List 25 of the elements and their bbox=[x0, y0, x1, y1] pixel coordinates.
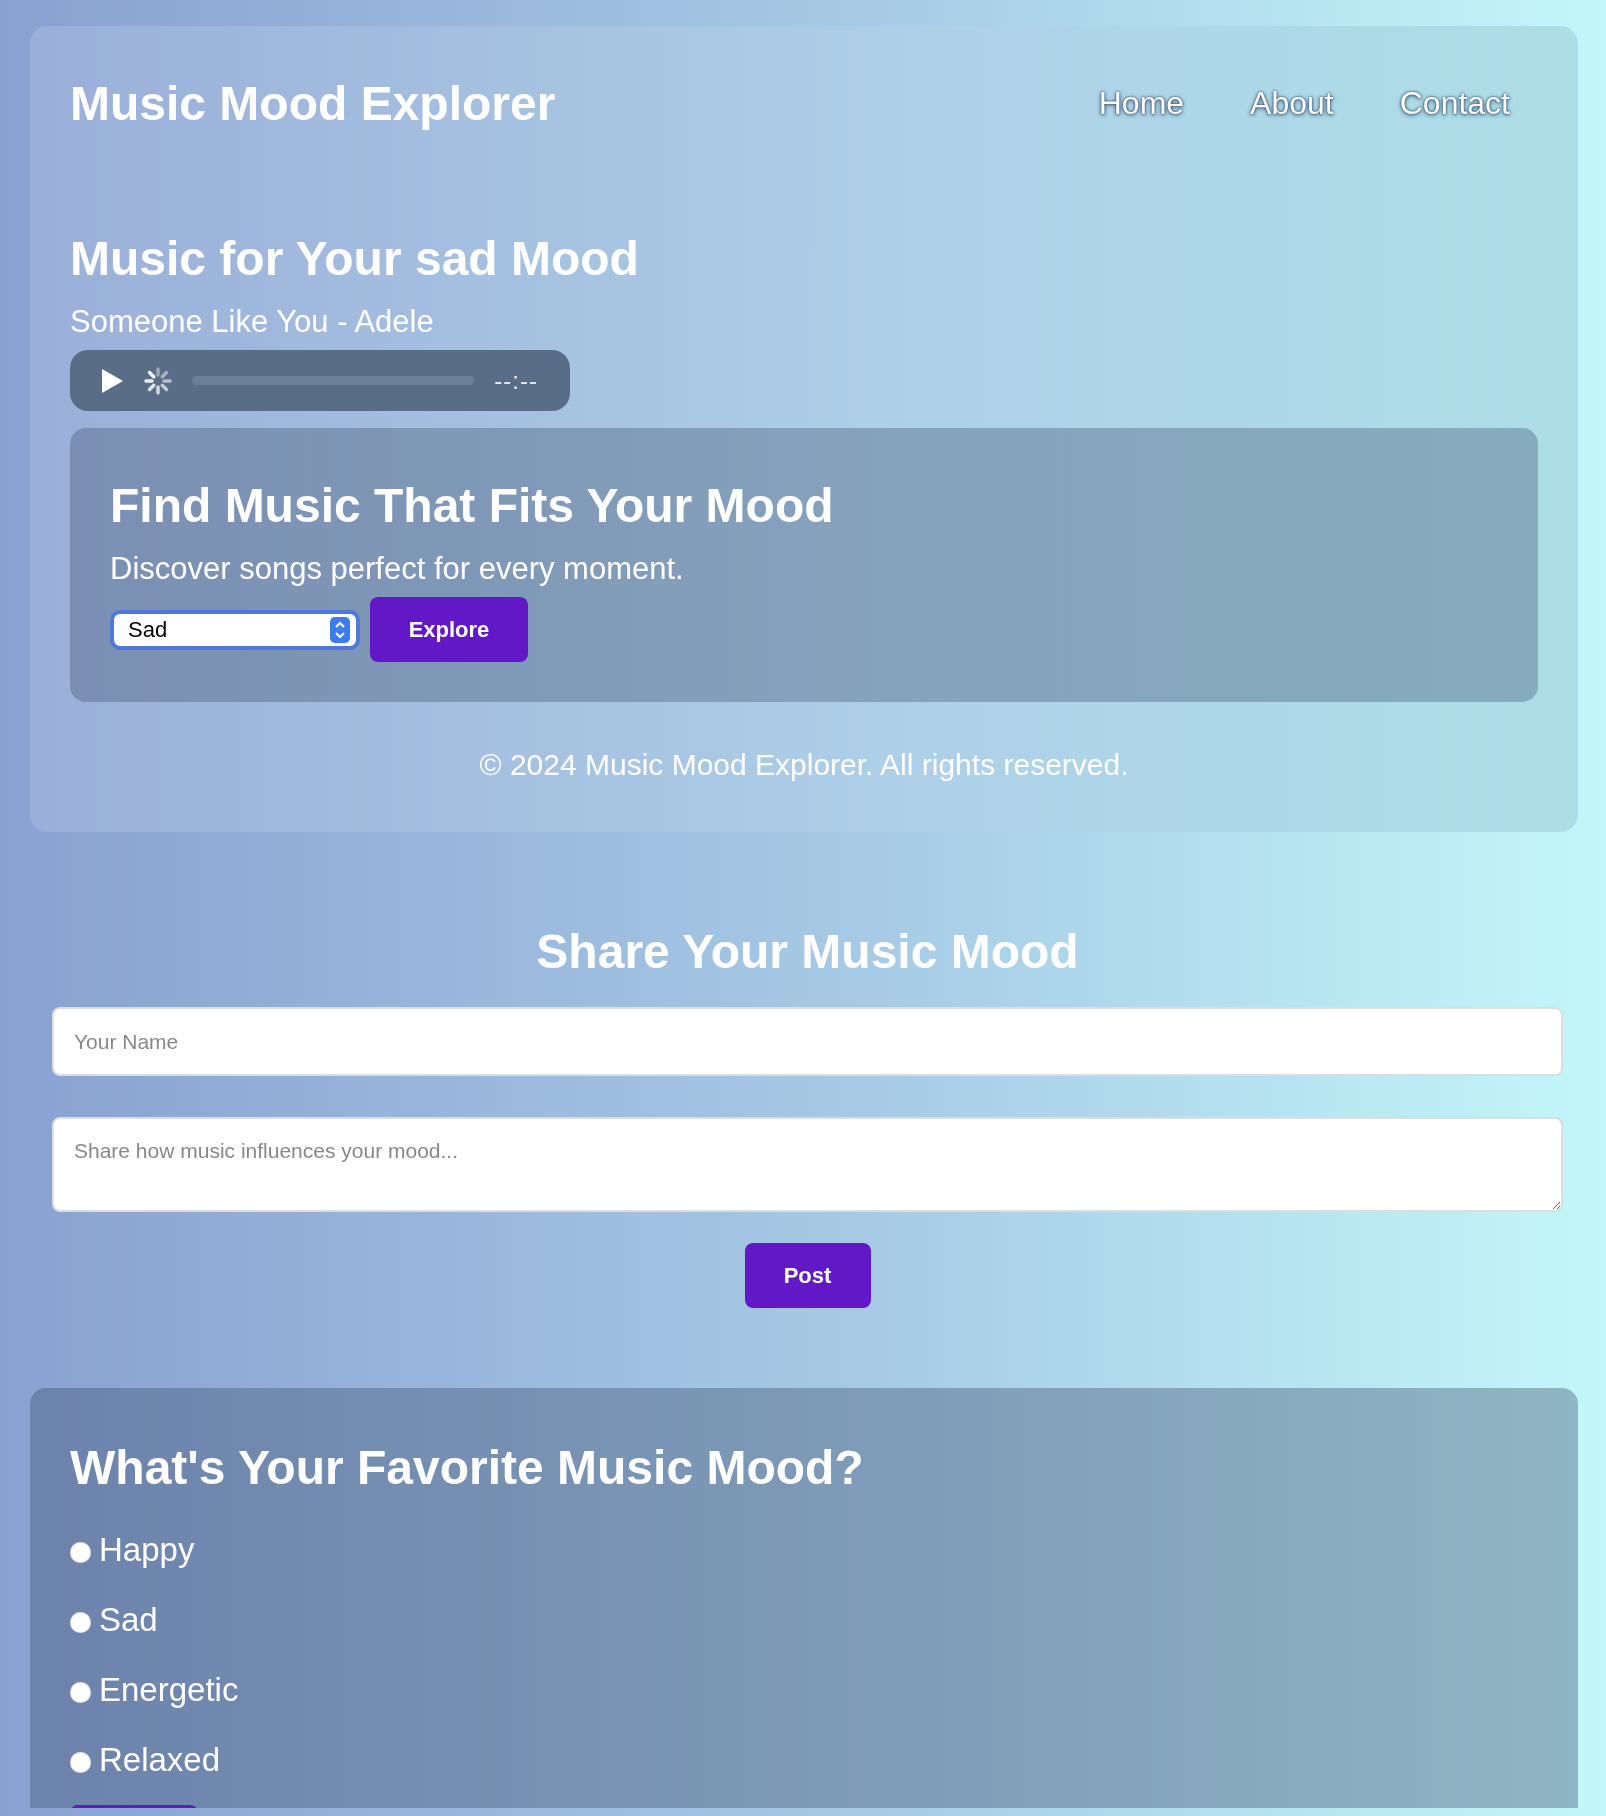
radio-label: Energetic bbox=[99, 1671, 239, 1709]
time-display: --:-- bbox=[494, 366, 538, 395]
radio-label: Happy bbox=[99, 1531, 195, 1569]
dropdown-chevron-icon bbox=[330, 616, 350, 643]
poll-heading: What's Your Favorite Music Mood? bbox=[70, 1440, 865, 1495]
name-field[interactable]: Your Name bbox=[52, 1007, 1563, 1076]
loading-spinner-icon bbox=[144, 366, 172, 395]
finder-subtitle: Discover songs perfect for every moment. bbox=[110, 551, 685, 587]
radio-label: Relaxed bbox=[99, 1741, 221, 1779]
radio-button[interactable] bbox=[70, 1681, 91, 1703]
post-button[interactable]: Post bbox=[744, 1243, 871, 1308]
radio-button[interactable] bbox=[70, 1541, 91, 1563]
site-title: Music Mood Explorer bbox=[70, 76, 556, 131]
message-field[interactable]: Share how music influences your mood... bbox=[52, 1117, 1563, 1212]
finder-heading: Find Music That Fits Your Mood bbox=[110, 478, 835, 533]
radio-label: Sad bbox=[99, 1601, 158, 1639]
track-title: Someone Like You - Adele bbox=[70, 304, 435, 340]
play-icon[interactable] bbox=[100, 367, 124, 394]
mood-heading: Music for Your sad Mood bbox=[70, 231, 640, 286]
copyright-text: © 2024 Music Mood Explorer. All rights reserved. bbox=[478, 748, 1130, 782]
radio-button[interactable] bbox=[70, 1751, 91, 1773]
share-heading: Share Your Music Mood bbox=[535, 924, 1080, 979]
mood-select[interactable]: Sad bbox=[110, 609, 360, 650]
explore-button[interactable]: Explore bbox=[370, 597, 528, 662]
radio-button[interactable] bbox=[70, 1611, 91, 1633]
